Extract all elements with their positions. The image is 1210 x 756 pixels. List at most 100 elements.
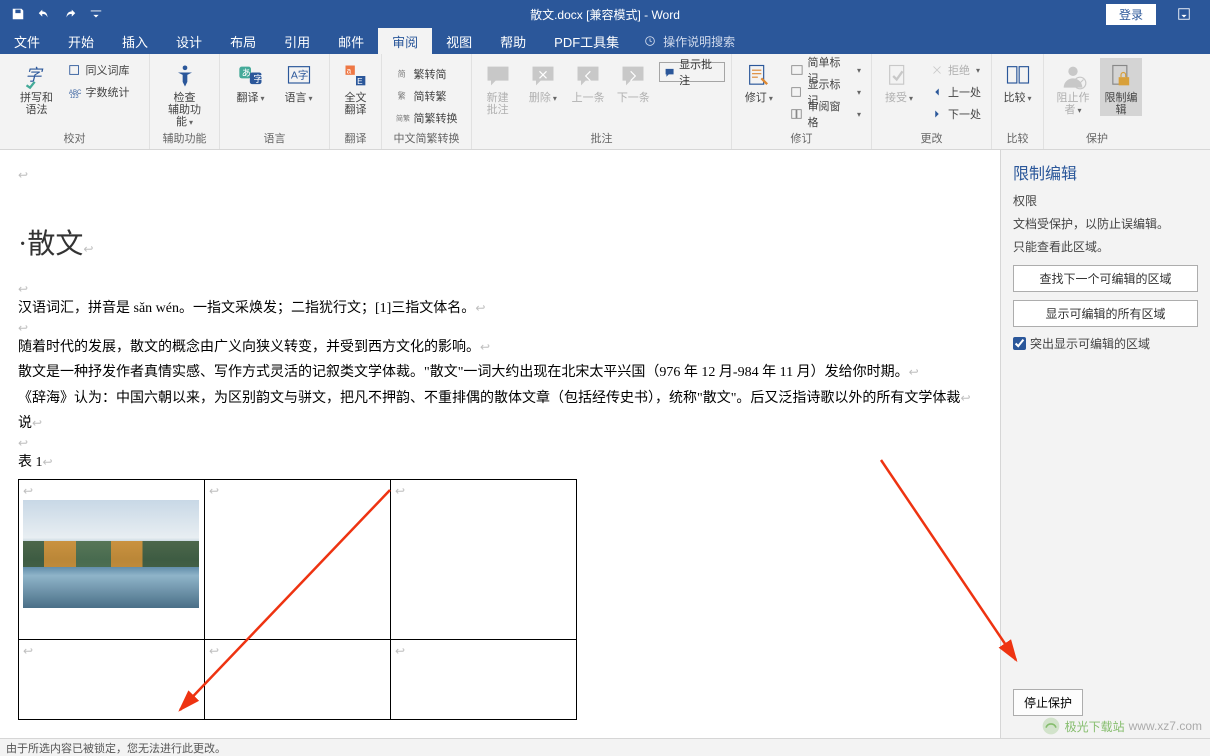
undo-icon[interactable] <box>32 2 56 26</box>
prev-comment-button: 上一条 <box>568 58 607 104</box>
tab-file[interactable]: 文件 <box>0 28 54 54</box>
accessibility-button[interactable]: 检查辅助功能▾ <box>164 58 206 128</box>
compare-icon <box>1004 62 1032 90</box>
restrict-editing-button[interactable]: 限制编辑 <box>1100 58 1142 116</box>
svg-text:123: 123 <box>69 94 78 99</box>
svg-text:简繁: 简繁 <box>396 114 410 123</box>
svg-text:繁: 繁 <box>397 91 405 101</box>
next-change-button[interactable]: 下一处 <box>926 104 985 124</box>
group-chinese-conversion: 简繁转简 繁简转繁 简繁简繁转换 中文简繁转换 <box>382 54 472 149</box>
svg-text:あ: あ <box>241 68 250 78</box>
doc-paragraph: 《辞海》认为：中国六朝以来，为区别韵文与骈文，把凡不押韵、不重排偶的散体文章（包… <box>18 386 990 411</box>
group-compare: 比较▾ 比较 <box>992 54 1044 149</box>
svg-text:A字: A字 <box>290 68 308 81</box>
thesaurus-button[interactable]: 同义词库 <box>64 60 134 80</box>
status-message: 由于所选内容已被锁定，您无法进行此更改。 <box>6 740 226 756</box>
group-changes: 接受▾ 拒绝▾ 上一处 下一处 更改 <box>872 54 992 149</box>
paragraph-mark: ↩ <box>18 168 990 182</box>
doc-table: ↩ ↩ ↩ ↩ ↩ ↩ <box>18 479 577 720</box>
group-accessibility: 检查辅助功能▾ 辅助功能 <box>150 54 220 149</box>
status-bar: 由于所选内容已被锁定，您无法进行此更改。 <box>0 738 1210 756</box>
table-caption: 表 1↩ <box>18 450 990 475</box>
landscape-image <box>23 500 199 608</box>
tab-mailings[interactable]: 邮件 <box>324 28 378 54</box>
doc-paragraph: 汉语词汇，拼音是 sǎn wén。一指文采焕发；二指犹行文；[1]三指文体名。↩ <box>18 296 990 321</box>
compare-button[interactable]: 比较▾ <box>997 58 1039 104</box>
wordcount-button[interactable]: ABC123字数统计 <box>64 82 134 102</box>
prev-comment-icon <box>574 62 602 90</box>
table-cell[interactable]: ↩ <box>205 640 391 720</box>
tab-pdftools[interactable]: PDF工具集 <box>540 28 633 54</box>
accept-icon <box>885 62 913 90</box>
stop-protection-button[interactable]: 停止保护 <box>1013 689 1083 716</box>
new-comment-icon <box>484 62 512 90</box>
review-pane-dropdown[interactable]: 审阅窗格▾ <box>786 104 865 124</box>
block-authors-icon <box>1059 62 1087 90</box>
qat-customize-icon[interactable] <box>84 2 108 26</box>
ribbon-options-icon[interactable] <box>1164 2 1204 26</box>
group-proofing: 字 拼写和语法 同义词库 ABC123字数统计 校对 <box>0 54 150 149</box>
accept-button: 接受▾ <box>878 58 920 104</box>
full-translate-button[interactable]: aE 全文翻译 <box>335 58 377 116</box>
doc-paragraph: 随着时代的发展，散文的概念由广义向狭义转变，并受到西方文化的影响。↩ <box>18 335 990 360</box>
tab-home[interactable]: 开始 <box>54 28 108 54</box>
block-authors-button: 阻止作者▾ <box>1052 58 1094 116</box>
translate-icon: あ字 <box>237 62 265 90</box>
doc-heading: ·散文↩ <box>18 222 990 262</box>
svg-text:简: 简 <box>397 69 405 79</box>
ribbon-tabs: 文件 开始 插入 设计 布局 引用 邮件 审阅 视图 帮助 PDF工具集 操作说… <box>0 28 1210 54</box>
group-comments: 新建批注 删除▾ 上一条 下一条 显示批注 批注 <box>472 54 732 149</box>
table-cell[interactable]: ↩ <box>391 640 577 720</box>
tab-view[interactable]: 视图 <box>432 28 486 54</box>
paragraph-mark: ↩ <box>18 436 990 450</box>
sc-button[interactable]: 简繁转简 <box>392 64 462 84</box>
tab-help[interactable]: 帮助 <box>486 28 540 54</box>
highlight-checkbox-input[interactable] <box>1013 337 1026 350</box>
reject-button: 拒绝▾ <box>926 60 985 80</box>
show-all-regions-button[interactable]: 显示可编辑的所有区域 <box>1013 300 1198 327</box>
pane-text: 只能查看此区域。 <box>1013 238 1198 257</box>
group-protect: 阻止作者▾ 限制编辑 保护 <box>1044 54 1150 149</box>
redo-icon[interactable] <box>58 2 82 26</box>
tab-layout[interactable]: 布局 <box>216 28 270 54</box>
table-cell[interactable]: ↩ <box>19 640 205 720</box>
tab-insert[interactable]: 插入 <box>108 28 162 54</box>
track-changes-button[interactable]: 修订▾ <box>738 58 780 104</box>
table-cell[interactable]: ↩ <box>19 480 205 640</box>
language-button[interactable]: A字 语言▾ <box>278 58 320 104</box>
prev-change-button[interactable]: 上一处 <box>926 82 985 102</box>
svg-text:a: a <box>346 67 351 76</box>
login-button[interactable]: 登录 <box>1106 4 1156 25</box>
full-translate-icon: aE <box>342 62 370 90</box>
table-cell[interactable]: ↩ <box>205 480 391 640</box>
paragraph-mark: ↩ <box>18 321 990 335</box>
find-next-region-button[interactable]: 查找下一个可编辑的区域 <box>1013 265 1198 292</box>
tab-design[interactable]: 设计 <box>162 28 216 54</box>
tab-references[interactable]: 引用 <box>270 28 324 54</box>
svg-text:E: E <box>357 77 363 86</box>
paragraph-mark: ↩ <box>18 282 990 296</box>
tab-review[interactable]: 审阅 <box>378 28 432 54</box>
tell-me-search[interactable]: 操作说明搜索 <box>633 28 735 54</box>
track-changes-icon <box>745 62 773 90</box>
restrict-editing-icon <box>1107 62 1135 90</box>
next-comment-icon <box>619 62 647 90</box>
restrict-editing-pane: 限制编辑 权限 文档受保护，以防止误编辑。 只能查看此区域。 查找下一个可编辑的… <box>1000 150 1210 738</box>
document-area: ↩ ·散文↩ ↩ 汉语词汇，拼音是 sǎn wén。一指文采焕发；二指犹行文；[… <box>0 150 1210 738</box>
highlight-regions-checkbox[interactable]: 突出显示可编辑的区域 <box>1013 335 1198 352</box>
show-comments-toggle[interactable]: 显示批注 <box>659 62 725 82</box>
spelling-button[interactable]: 字 拼写和语法 <box>16 58 58 116</box>
language-icon: A字 <box>285 62 313 90</box>
title-bar: 散文.docx [兼容模式] - Word 登录 <box>0 0 1210 28</box>
conv-button[interactable]: 简繁简繁转换 <box>392 108 462 128</box>
save-icon[interactable] <box>6 2 30 26</box>
translate-button[interactable]: あ字 翻译▾ <box>230 58 272 104</box>
document-page[interactable]: ↩ ·散文↩ ↩ 汉语词汇，拼音是 sǎn wén。一指文采焕发；二指犹行文；[… <box>0 150 1000 738</box>
window-title: 散文.docx [兼容模式] - Word <box>530 6 680 23</box>
table-cell[interactable]: ↩ <box>391 480 577 640</box>
svg-text:字: 字 <box>253 73 262 84</box>
new-comment-button: 新建批注 <box>478 58 517 116</box>
group-full-translate: aE 全文翻译 翻译 <box>330 54 382 149</box>
tc-button[interactable]: 繁简转繁 <box>392 86 462 106</box>
doc-paragraph: 散文是一种抒发作者真情实感、写作方式灵活的记叙类文学体裁。"散文"一词大约出现在… <box>18 360 990 385</box>
